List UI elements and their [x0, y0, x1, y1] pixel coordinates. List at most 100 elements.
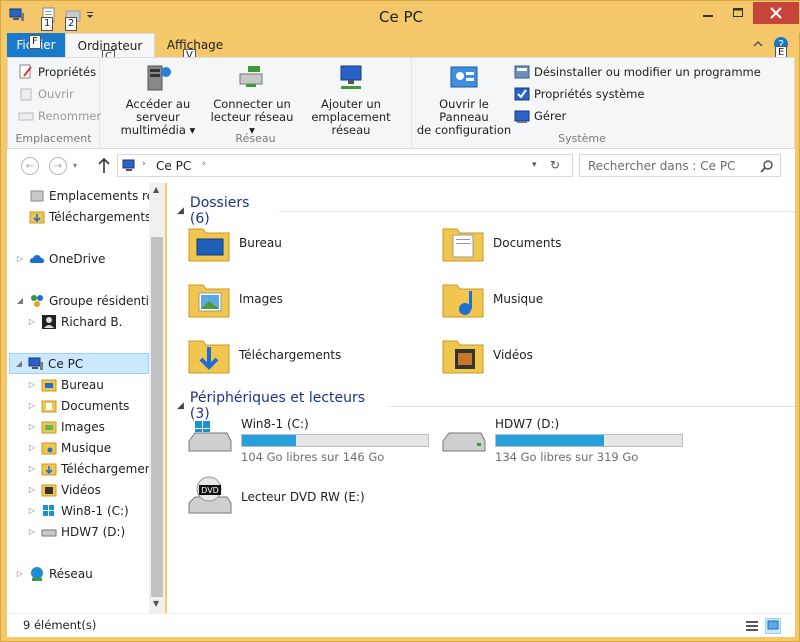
- forward-arrow-icon: →: [53, 160, 63, 172]
- up-arrow-icon: [98, 157, 110, 173]
- nav-item-drive-d[interactable]: ▷ HDW7 (D:): [27, 521, 125, 542]
- nav-label: Documents: [61, 398, 130, 413]
- minimize-button[interactable]: [693, 2, 723, 24]
- nav-item-onedrive[interactable]: ▷ OneDrive: [15, 248, 106, 269]
- collapse-chevron-icon[interactable]: ◢: [14, 359, 24, 368]
- hard-drive-icon: [442, 432, 486, 452]
- tab-file[interactable]: Fichier F: [7, 33, 65, 57]
- expand-chevron-icon[interactable]: ▷: [27, 317, 37, 326]
- close-button[interactable]: [753, 2, 799, 24]
- expand-chevron-icon[interactable]: ▷: [27, 506, 37, 515]
- tab-view[interactable]: Affichage V: [155, 33, 235, 63]
- system-properties-button[interactable]: Propriétés système: [514, 86, 644, 102]
- collapse-chevron-icon[interactable]: ◢: [177, 401, 184, 411]
- nav-item-documents[interactable]: ▷ Documents: [27, 395, 130, 416]
- ribbon-collapse-icon[interactable]: [751, 37, 765, 51]
- media-server-button[interactable]: Accéder au serveur multimédia ▾: [108, 62, 208, 137]
- drive-item-dvd[interactable]: DVD Lecteur DVD RW (E:): [187, 475, 365, 519]
- open-button[interactable]: Ouvrir: [18, 86, 74, 102]
- nav-item-downloads-quick[interactable]: Téléchargements: [15, 206, 151, 227]
- address-bar[interactable]: › Ce PC › ▾ ↻: [117, 154, 573, 177]
- expand-chevron-icon[interactable]: ▷: [27, 464, 37, 473]
- recent-locations-button[interactable]: ▾: [73, 161, 77, 170]
- group-system: Ouvrir le Panneau de configuration Désin…: [412, 58, 761, 148]
- tab-computer[interactable]: Ordinateur C: [65, 33, 155, 64]
- large-icons-view-icon[interactable]: [765, 618, 781, 634]
- nav-label: Groupe résidentiel: [49, 293, 160, 308]
- drive-usage-bar: [241, 434, 429, 447]
- folder-item-pictures[interactable]: Images: [187, 277, 283, 321]
- homegroup-icon: [31, 294, 43, 307]
- forward-button[interactable]: →: [49, 157, 67, 175]
- nav-item-drive-c[interactable]: ▷ Win8-1 (C:): [27, 500, 129, 521]
- expand-chevron-icon[interactable]: ▷: [27, 443, 37, 452]
- window-title: Ce PC: [379, 8, 423, 26]
- collapse-chevron-icon[interactable]: ◢: [15, 296, 25, 305]
- help-icon[interactable]: ? E: [773, 36, 789, 60]
- uninstall-button[interactable]: Désinstaller ou modifier un programme: [514, 64, 761, 80]
- drive-label: Win8-1 (C:): [241, 417, 309, 431]
- media-server-icon: [142, 62, 174, 94]
- expand-chevron-icon[interactable]: ▷: [15, 569, 25, 578]
- system-properties-icon: [514, 87, 530, 101]
- up-button[interactable]: [97, 157, 111, 175]
- scrollbar-thumb[interactable]: [151, 237, 163, 597]
- expand-chevron-icon[interactable]: ▷: [27, 401, 37, 410]
- rename-button[interactable]: Renommer: [18, 108, 101, 124]
- scroll-down-icon[interactable]: ▼: [153, 599, 159, 608]
- folder-item-music[interactable]: Musique: [441, 277, 543, 321]
- map-drive-button[interactable]: Connecter un lecteur réseau ▾: [210, 62, 294, 137]
- nav-label: Bureau: [61, 377, 104, 392]
- expand-chevron-icon[interactable]: ▷: [27, 422, 37, 431]
- properties-button[interactable]: Propriétés: [18, 64, 96, 80]
- folder-label: Téléchargements: [239, 348, 342, 362]
- navigation-pane: Emplacements ré Téléchargements ▷ OneDri…: [7, 183, 165, 613]
- control-panel-label-1: Ouvrir le Panneau: [439, 97, 489, 124]
- nav-label: Images: [61, 419, 105, 434]
- recent-places-icon: [30, 190, 44, 201]
- expand-chevron-icon[interactable]: ▷: [27, 485, 37, 494]
- expand-chevron-icon[interactable]: ▷: [27, 380, 37, 389]
- videos-folder-icon: [442, 340, 484, 374]
- folder-item-downloads[interactable]: Téléchargements: [187, 333, 341, 377]
- network-location-icon: [335, 62, 367, 94]
- nav-item-recent[interactable]: Emplacements ré: [15, 185, 154, 206]
- group-system-label: Système: [558, 132, 606, 145]
- refresh-icon[interactable]: ↻: [550, 158, 560, 172]
- folder-item-videos[interactable]: Vidéos: [441, 333, 533, 377]
- map-drive-label-2: lecteur réseau: [210, 110, 294, 124]
- group-network-label: Réseau: [235, 132, 276, 145]
- control-panel-button[interactable]: Ouvrir le Panneau de configuration: [414, 62, 514, 137]
- manage-button[interactable]: Gérer: [514, 108, 566, 124]
- nav-item-homegroup[interactable]: ◢ Groupe résidentiel: [15, 290, 160, 311]
- address-dropdown-icon[interactable]: ▾: [532, 160, 537, 170]
- address-chevron-icon[interactable]: ›: [142, 159, 146, 169]
- back-button[interactable]: ←: [21, 157, 39, 175]
- nav-item-pictures[interactable]: ▷ Images: [27, 416, 105, 437]
- expand-chevron-icon[interactable]: ▷: [27, 527, 37, 536]
- scroll-up-icon[interactable]: ▲: [153, 185, 159, 194]
- nav-item-user[interactable]: ▷ Richard B.: [27, 311, 122, 332]
- drive-item-c[interactable]: Win8-1 (C:) 104 Go libres sur 146 Go: [187, 417, 429, 464]
- nav-item-downloads[interactable]: ▷ Téléchargements: [27, 458, 163, 479]
- search-box[interactable]: Rechercher dans : Ce PC: [579, 154, 781, 177]
- details-view-icon[interactable]: [745, 619, 759, 633]
- drive-item-d[interactable]: HDW7 (D:) 134 Go libres sur 319 Go: [441, 417, 683, 464]
- nav-item-network[interactable]: ▷ Réseau: [15, 563, 93, 584]
- nav-item-desktop[interactable]: ▷ Bureau: [27, 374, 104, 395]
- dvd-badge: DVD: [201, 486, 219, 495]
- nav-scrollbar[interactable]: ▲ ▼: [149, 183, 165, 613]
- nav-item-music[interactable]: ▷ Musique: [27, 437, 111, 458]
- address-chevron-icon[interactable]: ›: [202, 159, 206, 169]
- folder-item-documents[interactable]: Documents: [441, 221, 561, 265]
- add-network-location-button[interactable]: Ajouter un emplacement réseau: [296, 62, 406, 137]
- open-label: Ouvrir: [38, 87, 74, 101]
- nav-item-thispc[interactable]: ◢ Ce PC: [9, 353, 149, 374]
- nav-item-videos[interactable]: ▷ Vidéos: [27, 479, 101, 500]
- nav-label: Musique: [61, 440, 112, 455]
- maximize-button[interactable]: [723, 2, 753, 24]
- expand-chevron-icon[interactable]: ▷: [15, 254, 25, 263]
- drive-usage-fill: [242, 435, 296, 446]
- folder-item-desktop[interactable]: Bureau: [187, 221, 282, 265]
- collapse-chevron-icon[interactable]: ◢: [177, 206, 184, 216]
